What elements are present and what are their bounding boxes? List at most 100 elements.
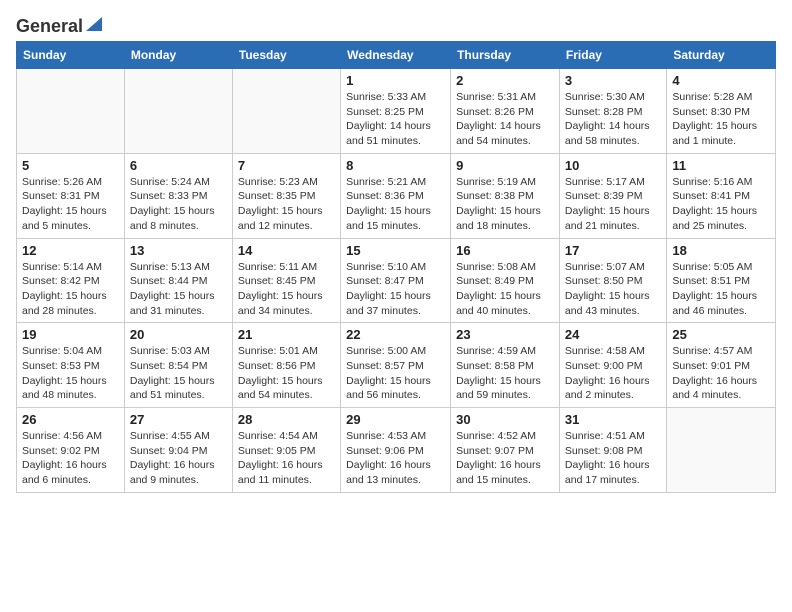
calendar-empty-cell: [232, 69, 340, 154]
weekday-header-thursday: Thursday: [451, 42, 560, 69]
calendar-day-31: 31Sunrise: 4:51 AMSunset: 9:08 PMDayligh…: [559, 408, 666, 493]
calendar-empty-cell: [17, 69, 125, 154]
calendar-day-19: 19 Sunrise: 5:04 AMSunset: 8:53 PMDayligh…: [17, 323, 125, 408]
weekday-header-sunday: Sunday: [17, 42, 125, 69]
weekday-header-saturday: Saturday: [667, 42, 776, 69]
day-number: 5: [22, 158, 119, 173]
day-info: Sunrise: 4:57 AMSunset: 9:01 PMDaylight:…: [672, 344, 770, 403]
day-number: 13: [130, 243, 227, 258]
day-info: Sunrise: 5:10 AMSunset: 8:47 PMDaylight:…: [346, 260, 445, 319]
day-number: 18: [672, 243, 770, 258]
day-number: 19: [22, 327, 119, 342]
day-number: 24: [565, 327, 661, 342]
calendar-day-13: 13 Sunrise: 5:13 AMSunset: 8:44 PMDayligh…: [124, 238, 232, 323]
day-number: 21: [238, 327, 335, 342]
calendar-day-10: 10 Sunrise: 5:17 AMSunset: 8:39 PMDayligh…: [559, 153, 666, 238]
day-number: 29: [346, 412, 445, 427]
day-number: 1: [346, 73, 445, 88]
day-info: Sunrise: 4:55 AMSunset: 9:04 PMDaylight:…: [130, 429, 227, 488]
logo-general: General: [16, 16, 83, 37]
calendar-day-18: 18 Sunrise: 5:05 AMSunset: 8:51 PMDayligh…: [667, 238, 776, 323]
day-number: 25: [672, 327, 770, 342]
calendar-empty-cell: [124, 69, 232, 154]
day-info: Sunrise: 5:08 AMSunset: 8:49 PMDaylight:…: [456, 260, 554, 319]
day-number: 4: [672, 73, 770, 88]
calendar-day-8: 8Sunrise: 5:21 AMSunset: 8:36 PMDaylight…: [341, 153, 451, 238]
day-info: Sunrise: 5:07 AMSunset: 8:50 PMDaylight:…: [565, 260, 661, 319]
day-info: Sunrise: 5:13 AMSunset: 8:44 PMDaylight:…: [130, 260, 227, 319]
day-number: 27: [130, 412, 227, 427]
calendar-empty-cell: [667, 408, 776, 493]
day-info: Sunrise: 5:19 AMSunset: 8:38 PMDaylight:…: [456, 175, 554, 234]
calendar-day-14: 14Sunrise: 5:11 AMSunset: 8:45 PMDayligh…: [232, 238, 340, 323]
day-info: Sunrise: 5:05 AMSunset: 8:51 PMDaylight:…: [672, 260, 770, 319]
calendar-day-5: 5 Sunrise: 5:26 AMSunset: 8:31 PMDaylight…: [17, 153, 125, 238]
calendar-day-30: 30Sunrise: 4:52 AMSunset: 9:07 PMDayligh…: [451, 408, 560, 493]
calendar-day-1: 1 Sunrise: 5:33 AMSunset: 8:25 PMDaylight…: [341, 69, 451, 154]
calendar-week-row: 19 Sunrise: 5:04 AMSunset: 8:53 PMDayligh…: [17, 323, 776, 408]
day-number: 8: [346, 158, 445, 173]
day-info: Sunrise: 4:51 AMSunset: 9:08 PMDaylight:…: [565, 429, 661, 488]
day-info: Sunrise: 4:58 AMSunset: 9:00 PMDaylight:…: [565, 344, 661, 403]
day-number: 12: [22, 243, 119, 258]
day-info: Sunrise: 5:17 AMSunset: 8:39 PMDaylight:…: [565, 175, 661, 234]
day-number: 16: [456, 243, 554, 258]
calendar-day-27: 27 Sunrise: 4:55 AMSunset: 9:04 PMDayligh…: [124, 408, 232, 493]
calendar-day-22: 22 Sunrise: 5:00 AMSunset: 8:57 PMDayligh…: [341, 323, 451, 408]
day-number: 20: [130, 327, 227, 342]
day-info: Sunrise: 5:04 AMSunset: 8:53 PMDaylight:…: [22, 344, 119, 403]
calendar-day-29: 29 Sunrise: 4:53 AMSunset: 9:06 PMDayligh…: [341, 408, 451, 493]
day-info: Sunrise: 5:24 AMSunset: 8:33 PMDaylight:…: [130, 175, 227, 234]
calendar-day-25: 25 Sunrise: 4:57 AMSunset: 9:01 PMDayligh…: [667, 323, 776, 408]
day-info: Sunrise: 5:33 AMSunset: 8:25 PMDaylight:…: [346, 90, 445, 149]
calendar-day-16: 16 Sunrise: 5:08 AMSunset: 8:49 PMDayligh…: [451, 238, 560, 323]
day-info: Sunrise: 4:54 AMSunset: 9:05 PMDaylight:…: [238, 429, 335, 488]
day-number: 2: [456, 73, 554, 88]
day-info: Sunrise: 5:26 AMSunset: 8:31 PMDaylight:…: [22, 175, 119, 234]
day-number: 11: [672, 158, 770, 173]
day-info: Sunrise: 4:56 AMSunset: 9:02 PMDaylight:…: [22, 429, 119, 488]
day-info: Sunrise: 5:14 AMSunset: 8:42 PMDaylight:…: [22, 260, 119, 319]
day-number: 17: [565, 243, 661, 258]
calendar-day-24: 24 Sunrise: 4:58 AMSunset: 9:00 PMDayligh…: [559, 323, 666, 408]
day-number: 7: [238, 158, 335, 173]
header: General: [16, 16, 776, 33]
calendar-day-15: 15 Sunrise: 5:10 AMSunset: 8:47 PMDayligh…: [341, 238, 451, 323]
calendar-week-row: 26Sunrise: 4:56 AMSunset: 9:02 PMDayligh…: [17, 408, 776, 493]
calendar-day-3: 3 Sunrise: 5:30 AMSunset: 8:28 PMDaylight…: [559, 69, 666, 154]
weekday-header-friday: Friday: [559, 42, 666, 69]
weekday-header-row: SundayMondayTuesdayWednesdayThursdayFrid…: [17, 42, 776, 69]
day-info: Sunrise: 5:28 AMSunset: 8:30 PMDaylight:…: [672, 90, 770, 149]
day-info: Sunrise: 5:00 AMSunset: 8:57 PMDaylight:…: [346, 344, 445, 403]
day-info: Sunrise: 5:16 AMSunset: 8:41 PMDaylight:…: [672, 175, 770, 234]
calendar-day-11: 11 Sunrise: 5:16 AMSunset: 8:41 PMDayligh…: [667, 153, 776, 238]
day-number: 28: [238, 412, 335, 427]
calendar-table: SundayMondayTuesdayWednesdayThursdayFrid…: [16, 41, 776, 493]
calendar-day-9: 9Sunrise: 5:19 AMSunset: 8:38 PMDaylight…: [451, 153, 560, 238]
calendar-day-6: 6 Sunrise: 5:24 AMSunset: 8:33 PMDaylight…: [124, 153, 232, 238]
day-info: Sunrise: 5:11 AMSunset: 8:45 PMDaylight:…: [238, 260, 335, 319]
calendar-day-21: 21 Sunrise: 5:01 AMSunset: 8:56 PMDayligh…: [232, 323, 340, 408]
calendar-day-7: 7 Sunrise: 5:23 AMSunset: 8:35 PMDaylight…: [232, 153, 340, 238]
calendar-day-17: 17 Sunrise: 5:07 AMSunset: 8:50 PMDayligh…: [559, 238, 666, 323]
calendar-day-23: 23 Sunrise: 4:59 AMSunset: 8:58 PMDayligh…: [451, 323, 560, 408]
day-info: Sunrise: 5:03 AMSunset: 8:54 PMDaylight:…: [130, 344, 227, 403]
day-info: Sunrise: 5:23 AMSunset: 8:35 PMDaylight:…: [238, 175, 335, 234]
day-number: 6: [130, 158, 227, 173]
day-number: 22: [346, 327, 445, 342]
day-info: Sunrise: 5:01 AMSunset: 8:56 PMDaylight:…: [238, 344, 335, 403]
weekday-header-monday: Monday: [124, 42, 232, 69]
day-number: 23: [456, 327, 554, 342]
day-info: Sunrise: 4:59 AMSunset: 8:58 PMDaylight:…: [456, 344, 554, 403]
day-info: Sunrise: 5:31 AMSunset: 8:26 PMDaylight:…: [456, 90, 554, 149]
logo-triangle-icon: [86, 13, 102, 36]
day-number: 3: [565, 73, 661, 88]
logo: General: [16, 16, 103, 33]
calendar-week-row: 12 Sunrise: 5:14 AMSunset: 8:42 PMDayligh…: [17, 238, 776, 323]
day-info: Sunrise: 5:30 AMSunset: 8:28 PMDaylight:…: [565, 90, 661, 149]
day-info: Sunrise: 4:52 AMSunset: 9:07 PMDaylight:…: [456, 429, 554, 488]
calendar-week-row: 1 Sunrise: 5:33 AMSunset: 8:25 PMDaylight…: [17, 69, 776, 154]
day-number: 10: [565, 158, 661, 173]
day-number: 15: [346, 243, 445, 258]
day-info: Sunrise: 4:53 AMSunset: 9:06 PMDaylight:…: [346, 429, 445, 488]
